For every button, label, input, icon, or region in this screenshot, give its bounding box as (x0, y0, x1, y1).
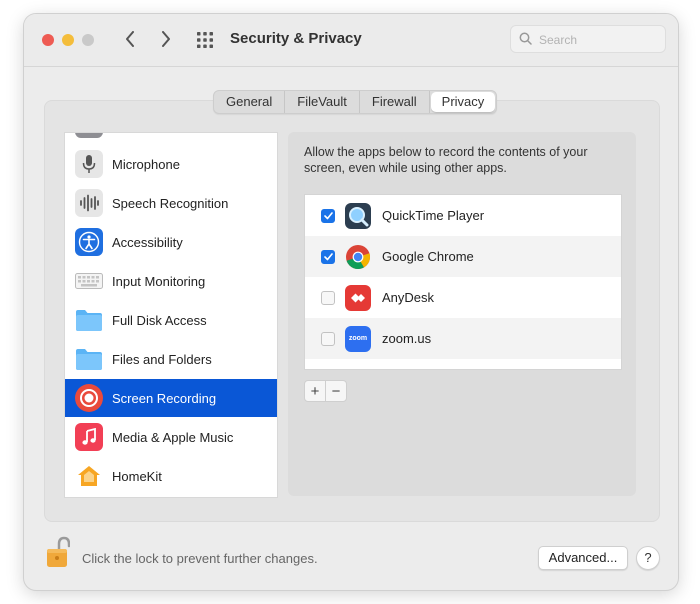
sidebar-item-homekit[interactable]: HomeKit (65, 457, 277, 495)
preferences-window: Security & Privacy General FileVault Fir… (24, 14, 678, 590)
help-button[interactable]: ? (636, 546, 660, 570)
screen-recording-pane: Allow the apps below to record the conte… (288, 132, 636, 496)
forward-button[interactable] (154, 27, 178, 51)
sidebar-item-input-monitoring[interactable]: Input Monitoring (65, 262, 277, 300)
add-remove-control: + − (304, 380, 347, 402)
sidebar-item-label: Speech Recognition (112, 195, 229, 211)
app-checkbox[interactable] (321, 249, 335, 264)
search-icon (519, 32, 532, 45)
app-checkbox[interactable] (321, 331, 335, 346)
tab-privacy[interactable]: Privacy (430, 92, 496, 112)
sidebar-item-label: HomeKit (112, 468, 162, 484)
sidebar-item-media-apple-music[interactable]: Media & Apple Music (65, 418, 277, 456)
chevron-left-icon (126, 31, 134, 47)
pane-description: Allow the apps below to record the conte… (304, 145, 588, 175)
app-row-quicktime[interactable]: QuickTime Player (305, 195, 621, 236)
app-row-zoom[interactable]: zoom zoom.us (305, 318, 621, 359)
app-name: Google Chrome (382, 249, 474, 264)
sidebar-item-partial[interactable] (65, 133, 277, 143)
show-all-grid-icon[interactable] (196, 31, 214, 49)
back-button[interactable] (118, 27, 142, 51)
sidebar-item-screen-recording[interactable]: Screen Recording (65, 379, 277, 417)
checkmark-icon (323, 252, 333, 260)
sidebar-item-label: Files and Folders (112, 351, 212, 367)
zoom-icon: zoom (345, 325, 371, 352)
privacy-categories-list[interactable]: Microphone Speech Recognition Accessibil… (64, 132, 278, 498)
waveform-icon (75, 189, 103, 217)
checkmark-icon (323, 211, 333, 219)
advanced-button[interactable]: Advanced... (538, 546, 628, 570)
sidebar-item-label: Microphone (112, 156, 180, 172)
app-name: AnyDesk (382, 290, 435, 305)
tab-general[interactable]: General (214, 91, 286, 113)
app-checkbox[interactable] (321, 208, 335, 223)
sidebar-item-label: Full Disk Access (112, 312, 207, 328)
tab-bar: General FileVault Firewall Privacy (213, 90, 498, 114)
microphone-icon (75, 150, 103, 178)
keyboard-icon (75, 267, 103, 295)
sidebar-item-microphone[interactable]: Microphone (65, 145, 277, 183)
tab-firewall[interactable]: Firewall (360, 91, 430, 113)
chevron-right-icon (162, 31, 170, 47)
chrome-icon (345, 244, 371, 270)
folder-icon (75, 306, 103, 334)
tab-filevault[interactable]: FileVault (285, 91, 360, 113)
app-row-chrome[interactable]: Google Chrome (305, 236, 621, 277)
zoom-button[interactable] (82, 34, 94, 46)
search-field[interactable] (510, 25, 666, 53)
minimize-button[interactable] (62, 34, 74, 46)
home-icon (75, 462, 103, 490)
screen-recording-icon (75, 384, 103, 412)
anydesk-icon (345, 284, 371, 311)
sidebar-item-label: Input Monitoring (112, 273, 206, 289)
lock-status-text: Click the lock to prevent further change… (82, 551, 318, 566)
music-icon (75, 423, 103, 451)
lock-icon[interactable] (46, 536, 71, 568)
window-title: Security & Privacy (230, 30, 362, 47)
sidebar-item-speech-recognition[interactable]: Speech Recognition (65, 184, 277, 222)
quicktime-icon (345, 202, 371, 229)
toolbar: Security & Privacy (24, 14, 678, 67)
search-input[interactable] (537, 30, 661, 50)
folder-icon (75, 345, 103, 373)
sidebar-item-files-and-folders[interactable]: Files and Folders (65, 340, 277, 378)
add-app-button[interactable]: + (305, 381, 326, 401)
sidebar-item-label: Media & Apple Music (112, 429, 234, 445)
remove-app-button[interactable]: − (326, 381, 346, 401)
sidebar-item-full-disk-access[interactable]: Full Disk Access (65, 301, 277, 339)
sidebar-item-label: Screen Recording (112, 390, 217, 406)
app-name: QuickTime Player (382, 208, 485, 223)
sidebar-item-accessibility[interactable]: Accessibility (65, 223, 277, 261)
app-permission-list[interactable]: QuickTime Player Google Chrome AnyDesk z… (304, 194, 622, 370)
app-checkbox[interactable] (321, 290, 335, 305)
app-name: zoom.us (382, 331, 432, 346)
sidebar-item-label: Accessibility (112, 234, 183, 250)
accessibility-icon (75, 228, 103, 256)
category-icon (75, 133, 103, 138)
app-row-anydesk[interactable]: AnyDesk (305, 277, 621, 318)
close-button[interactable] (42, 34, 54, 46)
